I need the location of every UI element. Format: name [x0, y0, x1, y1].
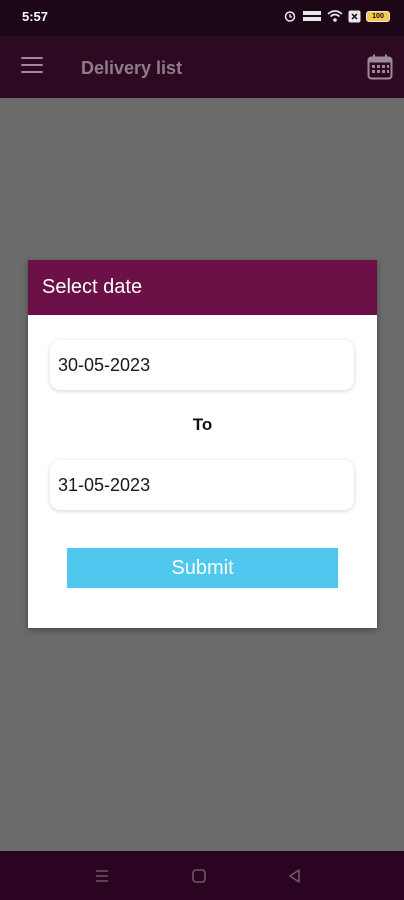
back-icon[interactable] [285, 866, 305, 886]
select-date-dialog: Select date 30-05-2023 To 31-05-2023 Sub… [28, 260, 377, 628]
app-bar: Delivery list [0, 36, 404, 98]
battery-icon: 100 [366, 10, 390, 22]
status-bar: 5:57 100 [0, 0, 404, 36]
from-date-value: 30-05-2023 [58, 354, 151, 375]
to-date-value: 31-05-2023 [58, 474, 151, 495]
page-title: Delivery list [81, 58, 183, 78]
status-icons: 100 [283, 9, 390, 23]
screen: 5:57 100 Delivery list Select date 30-05… [0, 0, 404, 900]
recent-apps-icon[interactable] [92, 866, 112, 886]
status-time: 5:57 [22, 9, 49, 24]
alarm-icon [284, 11, 296, 22]
wifi-icon [327, 10, 343, 22]
data-speed-icon [303, 11, 321, 21]
battery-level: 100 [372, 12, 384, 20]
home-icon[interactable] [189, 866, 209, 886]
hamburger-menu-icon[interactable] [21, 57, 43, 75]
from-date-field[interactable]: 30-05-2023 [50, 340, 354, 390]
calendar-icon[interactable] [367, 54, 393, 80]
submit-button[interactable]: Submit [67, 548, 338, 588]
dialog-title: Select date [42, 276, 143, 298]
dialog-header: Select date [28, 260, 377, 315]
system-nav-bar [0, 851, 404, 900]
sim-icon [348, 10, 361, 22]
to-label: To [192, 415, 213, 434]
to-date-field[interactable]: 31-05-2023 [50, 460, 354, 510]
